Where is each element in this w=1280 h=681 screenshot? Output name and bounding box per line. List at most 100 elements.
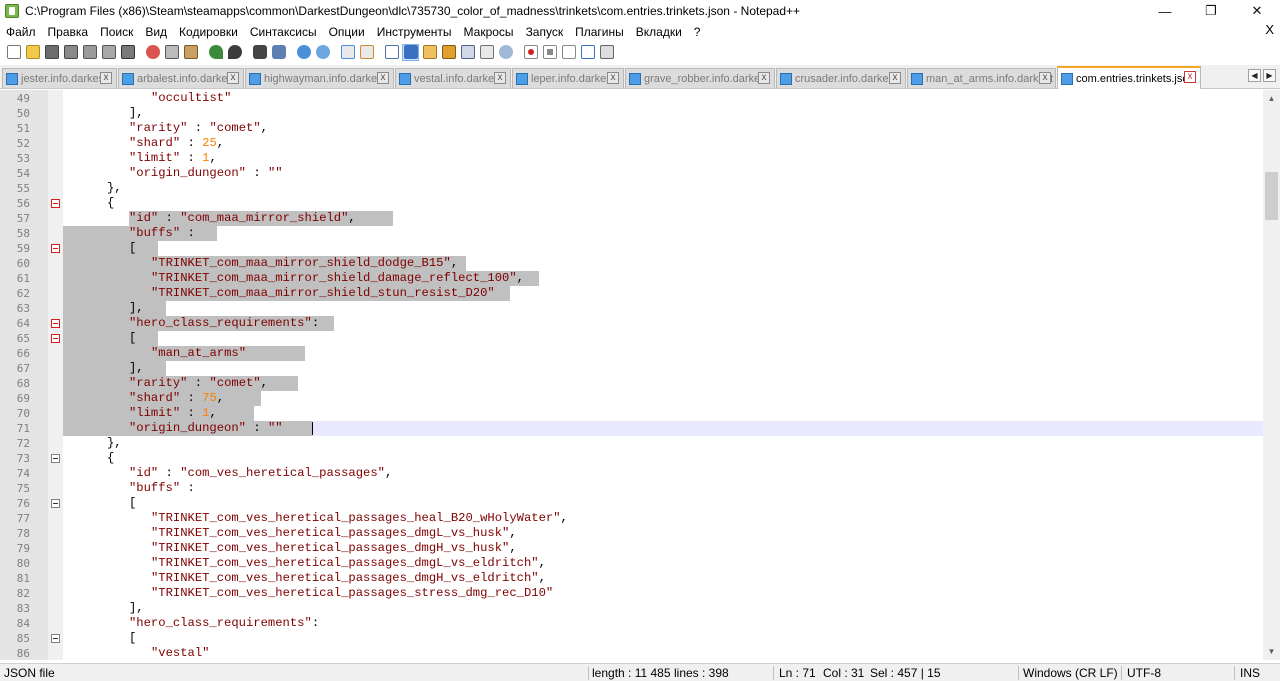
code-line[interactable]: 55}, bbox=[17, 181, 1263, 196]
show-all-chars-icon[interactable] bbox=[402, 43, 419, 61]
code-line[interactable]: 62 "TRINKET_com_maa_mirror_shield_stun_re… bbox=[17, 286, 1263, 301]
close-window-button[interactable]: ✕ bbox=[1234, 0, 1280, 22]
zoom-out-icon[interactable] bbox=[314, 44, 331, 61]
code-line[interactable]: 73 { bbox=[17, 451, 1263, 466]
code-line[interactable]: 76 [ bbox=[17, 496, 1263, 511]
minimize-button[interactable]: — bbox=[1142, 0, 1188, 22]
code-line[interactable]: 82 "TRINKET_com_ves_heretical_passages_st… bbox=[17, 586, 1263, 601]
tab-man-at-arms-info[interactable]: man_at_arms.info.darkest x bbox=[907, 68, 1056, 88]
code-line[interactable]: 68 "rarity" : "comet", bbox=[17, 376, 1263, 391]
tab-vestal-info[interactable]: vestal.info.darkest x bbox=[395, 68, 511, 88]
close-tab-icon[interactable]: x bbox=[227, 72, 239, 84]
code-line[interactable]: 59 [ bbox=[17, 241, 1263, 256]
close-tab-icon[interactable]: x bbox=[100, 72, 112, 84]
close-tab-icon[interactable]: x bbox=[377, 72, 389, 84]
menu-help[interactable]: ? bbox=[688, 25, 707, 39]
tab-arbalest-info[interactable]: arbalest.info.darkest x bbox=[118, 68, 244, 88]
code-line[interactable]: 52 "shard" : 25, bbox=[17, 136, 1263, 151]
close-tab-icon[interactable]: x bbox=[494, 72, 506, 84]
code-line[interactable]: 65 [ bbox=[17, 331, 1263, 346]
save-icon[interactable] bbox=[43, 44, 60, 61]
code-line[interactable]: 69 "shard" : 75, bbox=[17, 391, 1263, 406]
cut-icon[interactable] bbox=[144, 44, 161, 61]
menu-run[interactable]: Запуск bbox=[520, 25, 570, 39]
sync-horizontal-icon[interactable] bbox=[358, 44, 375, 61]
tab-grave-robber-info[interactable]: grave_robber.info.darkest x bbox=[625, 68, 775, 88]
fold-toggle-icon[interactable] bbox=[51, 319, 60, 328]
code-line[interactable]: 84 "hero_class_requirements": bbox=[17, 616, 1263, 631]
menu-window[interactable]: Вкладки bbox=[630, 25, 688, 39]
zoom-in-icon[interactable] bbox=[295, 44, 312, 61]
monitoring-icon[interactable] bbox=[497, 44, 514, 61]
tab-jester-info[interactable]: jester.info.darkest x bbox=[2, 68, 117, 88]
menu-plugins[interactable]: Плагины bbox=[569, 25, 630, 39]
stop-macro-icon[interactable] bbox=[541, 44, 558, 61]
fold-toggle-icon[interactable] bbox=[51, 244, 60, 253]
run-macro-multiple-icon[interactable] bbox=[579, 44, 596, 61]
scroll-up-icon[interactable]: ▲ bbox=[1263, 90, 1280, 107]
menu-tools[interactable]: Инструменты bbox=[371, 25, 458, 39]
code-line[interactable]: 85 [ bbox=[17, 631, 1263, 646]
code-line[interactable]: 60 "TRINKET_com_maa_mirror_shield_dodge_B… bbox=[17, 256, 1263, 271]
menu-file[interactable]: Файл bbox=[0, 25, 42, 39]
menu-encoding[interactable]: Кодировки bbox=[173, 25, 244, 39]
new-file-icon[interactable] bbox=[5, 44, 22, 61]
scrollbar-thumb[interactable] bbox=[1265, 172, 1278, 220]
user-language-icon[interactable] bbox=[440, 44, 457, 61]
menu-view[interactable]: Вид bbox=[139, 25, 173, 39]
tab-highwayman-info[interactable]: highwayman.info.darkest x bbox=[245, 68, 394, 88]
code-line[interactable]: 79 "TRINKET_com_ves_heretical_passages_dm… bbox=[17, 541, 1263, 556]
fold-toggle-icon[interactable] bbox=[51, 499, 60, 508]
menu-settings[interactable]: Опции bbox=[323, 25, 371, 39]
code-line[interactable]: 74 "id" : "com_ves_heretical_passages", bbox=[17, 466, 1263, 481]
code-line[interactable]: 71 "origin_dungeon" : "" bbox=[17, 421, 1263, 436]
open-file-icon[interactable] bbox=[24, 44, 41, 61]
code-line[interactable]: 57 "id" : "com_maa_mirror_shield", bbox=[17, 211, 1263, 226]
indent-guide-icon[interactable] bbox=[421, 44, 438, 61]
doc-map-icon[interactable] bbox=[459, 44, 476, 61]
code-line[interactable]: 77 "TRINKET_com_ves_heretical_passages_he… bbox=[17, 511, 1263, 526]
code-line[interactable]: 83], bbox=[17, 601, 1263, 616]
redo-icon[interactable] bbox=[226, 44, 243, 61]
vertical-scrollbar[interactable]: ▲ ▼ bbox=[1263, 90, 1280, 660]
code-line[interactable]: 64 "hero_class_requirements": bbox=[17, 316, 1263, 331]
scroll-down-icon[interactable]: ▼ bbox=[1263, 643, 1280, 660]
play-macro-icon[interactable] bbox=[560, 44, 577, 61]
code-line[interactable]: 66 "man_at_arms" bbox=[17, 346, 1263, 361]
code-line[interactable]: 78 "TRINKET_com_ves_heretical_passages_dm… bbox=[17, 526, 1263, 541]
copy-icon[interactable] bbox=[163, 44, 180, 61]
code-line[interactable]: 50], bbox=[17, 106, 1263, 121]
code-line[interactable]: 56 { bbox=[17, 196, 1263, 211]
code-line[interactable]: 67], bbox=[17, 361, 1263, 376]
code-line[interactable]: 58 "buffs" : bbox=[17, 226, 1263, 241]
close-tab-icon[interactable]: x bbox=[1039, 72, 1051, 84]
menu-language[interactable]: Синтаксисы bbox=[244, 25, 323, 39]
code-line[interactable]: 63], bbox=[17, 301, 1263, 316]
code-line[interactable]: 86 "vestal" bbox=[17, 646, 1263, 660]
save-macro-icon[interactable] bbox=[598, 44, 615, 61]
code-area[interactable]: 49 "occultist" 50], 51 "rarity" : "comet", 52… bbox=[17, 90, 1263, 660]
record-macro-icon[interactable] bbox=[522, 44, 539, 61]
tab-com-entries-trinkets[interactable]: com.entries.trinkets.json x bbox=[1057, 66, 1201, 89]
function-list-icon[interactable] bbox=[478, 44, 495, 61]
close-tab-icon[interactable]: x bbox=[607, 72, 619, 84]
close-tab-icon[interactable]: x bbox=[1184, 71, 1196, 83]
code-line[interactable]: 61 "TRINKET_com_maa_mirror_shield_damage_… bbox=[17, 271, 1263, 286]
tab-scroll-left-icon[interactable]: ◀ bbox=[1248, 69, 1261, 82]
tab-crusader-info[interactable]: crusader.info.darkest x bbox=[776, 68, 906, 88]
find-icon[interactable] bbox=[251, 44, 268, 61]
print-icon[interactable] bbox=[119, 44, 136, 61]
code-line[interactable]: 72}, bbox=[17, 436, 1263, 451]
code-line[interactable]: 70 "limit" : 1, bbox=[17, 406, 1263, 421]
maximize-button[interactable]: ❐ bbox=[1188, 0, 1234, 22]
tab-leper-info[interactable]: leper.info.darkest x bbox=[512, 68, 624, 88]
menu-macro[interactable]: Макросы bbox=[458, 25, 520, 39]
replace-icon[interactable] bbox=[270, 44, 287, 61]
close-all-icon[interactable] bbox=[100, 44, 117, 61]
fold-toggle-icon[interactable] bbox=[51, 334, 60, 343]
fold-toggle-icon[interactable] bbox=[51, 454, 60, 463]
word-wrap-icon[interactable] bbox=[383, 44, 400, 61]
code-line[interactable]: 81 "TRINKET_com_ves_heretical_passages_dm… bbox=[17, 571, 1263, 586]
fold-margin[interactable] bbox=[48, 90, 63, 660]
code-line[interactable]: 80 "TRINKET_com_ves_heretical_passages_dm… bbox=[17, 556, 1263, 571]
